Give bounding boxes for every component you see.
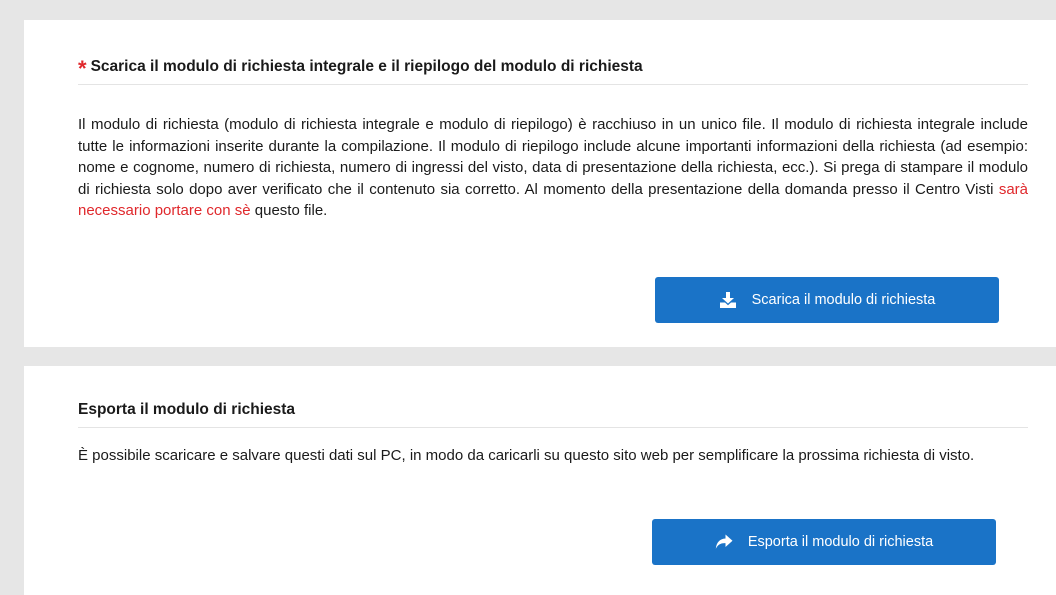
download-section-card: * Scarica il modulo di richiesta integral… [24, 20, 1056, 347]
export-section-card: Esporta il modulo di richiesta È possibi… [24, 366, 1056, 595]
description-text: Il modulo di richiesta (modulo di richie… [78, 116, 1028, 198]
export-form-button[interactable]: Esporta il modulo di richiesta [652, 519, 996, 565]
download-icon [719, 291, 737, 309]
export-section-title: Esporta il modulo di richiesta [78, 401, 1028, 428]
download-button-label: Scarica il modulo di richiesta [751, 292, 936, 308]
required-asterisk: * [78, 56, 87, 81]
download-section-title-text: Scarica il modulo di richiesta integrale… [90, 58, 643, 75]
download-section-title: * Scarica il modulo di richiesta integral… [78, 58, 1028, 85]
export-section-description: È possibile scaricare e salvare questi d… [78, 447, 975, 464]
download-form-button[interactable]: Scarica il modulo di richiesta [655, 277, 999, 323]
description-text-end: questo file. [250, 202, 328, 219]
share-arrow-icon [715, 533, 733, 551]
download-section-description: Il modulo di richiesta (modulo di richie… [78, 114, 1028, 222]
export-button-label: Esporta il modulo di richiesta [747, 534, 934, 550]
